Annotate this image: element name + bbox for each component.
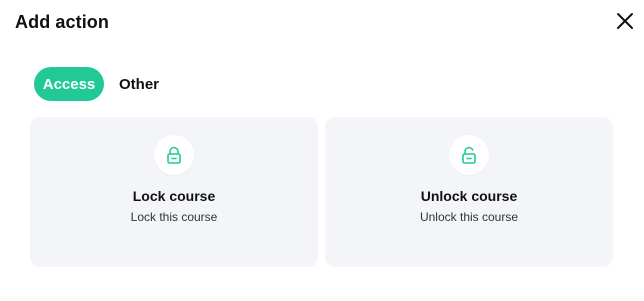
close-icon [617,13,633,29]
lock-course-card[interactable]: Lock course Lock this course [30,117,318,267]
tab-bar: Access Other [34,67,159,101]
add-action-dialog: Add action Access Other Lock course Lock… [0,0,644,301]
card-subtitle: Unlock this course [419,210,519,224]
lock-icon [167,146,181,164]
unlock-icon-container [449,135,489,175]
tab-access[interactable]: Access [34,67,104,101]
card-subtitle: Lock this course [130,210,218,224]
dialog-title: Add action [15,12,109,32]
unlock-icon [462,146,476,164]
lock-icon-container [154,135,194,175]
card-title: Lock course [132,188,216,204]
unlock-course-card[interactable]: Unlock course Unlock this course [325,117,613,267]
close-button[interactable] [613,9,637,33]
card-title: Unlock course [420,188,518,204]
action-cards: Lock course Lock this course Unlock cour… [30,117,613,267]
tab-other[interactable]: Other [119,67,159,101]
